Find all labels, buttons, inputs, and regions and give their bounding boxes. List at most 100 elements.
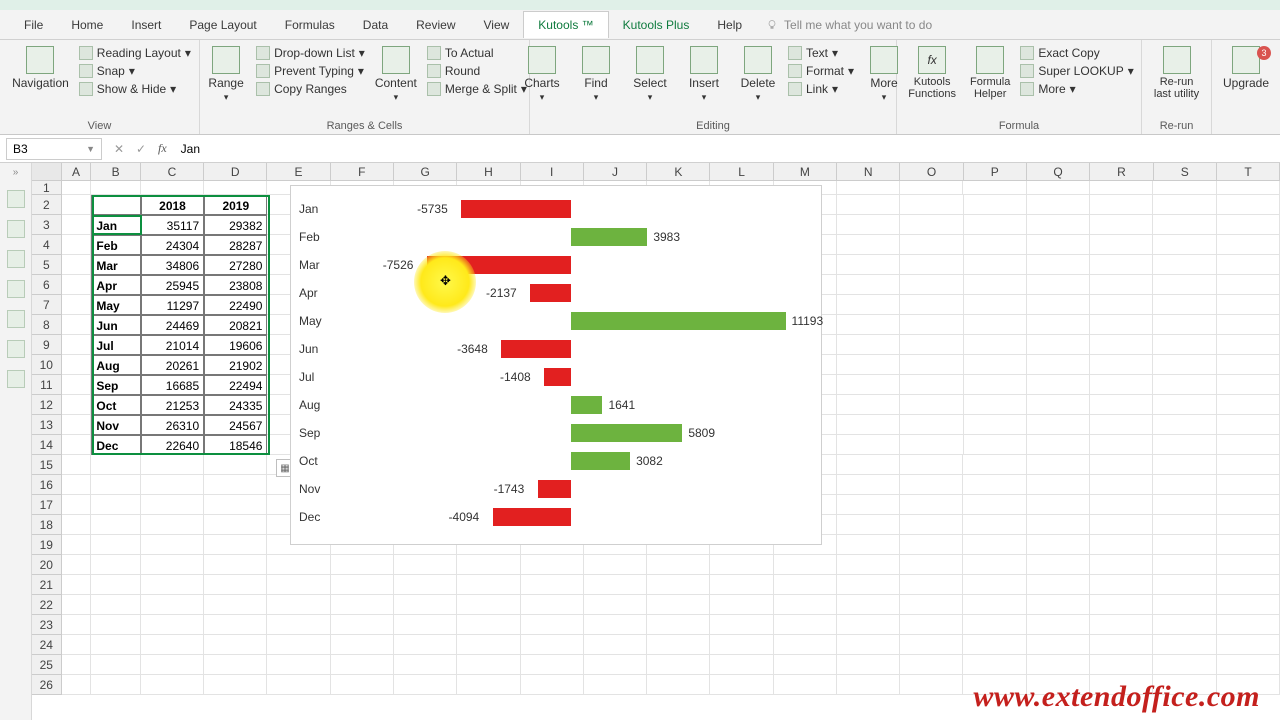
insert-button[interactable]: Insert▾ bbox=[680, 44, 728, 105]
cell[interactable] bbox=[394, 595, 457, 615]
snap-button[interactable]: Snap ▾ bbox=[79, 64, 135, 78]
cell[interactable]: 21902 bbox=[204, 355, 267, 375]
chart-bar[interactable] bbox=[571, 396, 602, 414]
content-button[interactable]: Content▾ bbox=[371, 44, 421, 105]
cell[interactable] bbox=[1090, 495, 1153, 515]
row-header[interactable]: 10 bbox=[32, 355, 62, 375]
cell[interactable] bbox=[1090, 635, 1153, 655]
column-header-J[interactable]: J bbox=[584, 163, 647, 180]
cell[interactable] bbox=[457, 555, 520, 575]
cell[interactable] bbox=[837, 195, 900, 215]
cell[interactable]: 26310 bbox=[141, 415, 204, 435]
cell[interactable] bbox=[62, 415, 92, 435]
cell[interactable]: 29382 bbox=[204, 215, 267, 235]
cell[interactable] bbox=[62, 235, 92, 255]
cell[interactable] bbox=[267, 615, 330, 635]
cell[interactable] bbox=[1027, 515, 1090, 535]
cell[interactable] bbox=[394, 575, 457, 595]
cell[interactable] bbox=[91, 555, 140, 575]
row-header[interactable]: 22 bbox=[32, 595, 62, 615]
cell[interactable] bbox=[62, 635, 92, 655]
enter-formula-button[interactable]: ✓ bbox=[130, 142, 152, 156]
cell[interactable] bbox=[1153, 615, 1216, 635]
cell[interactable] bbox=[1153, 395, 1216, 415]
side-tool-2[interactable] bbox=[7, 220, 25, 238]
cell[interactable] bbox=[62, 595, 92, 615]
cell[interactable] bbox=[1027, 255, 1090, 275]
dropdown-list-button[interactable]: Drop-down List ▾ bbox=[256, 46, 365, 60]
row-header[interactable]: 5 bbox=[32, 255, 62, 275]
cell[interactable] bbox=[1217, 535, 1280, 555]
cell[interactable] bbox=[837, 295, 900, 315]
cell[interactable] bbox=[1027, 335, 1090, 355]
cell[interactable] bbox=[964, 375, 1027, 395]
cell[interactable] bbox=[521, 615, 584, 635]
cell[interactable] bbox=[1153, 495, 1216, 515]
cell[interactable] bbox=[584, 615, 647, 635]
cell[interactable] bbox=[62, 655, 92, 675]
cell[interactable] bbox=[1217, 455, 1280, 475]
cell[interactable] bbox=[1027, 435, 1090, 455]
cell[interactable] bbox=[62, 495, 92, 515]
column-header-M[interactable]: M bbox=[774, 163, 837, 180]
cell[interactable] bbox=[647, 575, 710, 595]
side-tool-4[interactable] bbox=[7, 280, 25, 298]
tab-home[interactable]: Home bbox=[57, 12, 117, 38]
cell[interactable]: 35117 bbox=[141, 215, 204, 235]
text-button[interactable]: Text ▾ bbox=[788, 46, 838, 60]
cell[interactable] bbox=[964, 415, 1027, 435]
name-box[interactable]: B3 ▼ bbox=[6, 138, 102, 160]
cell[interactable] bbox=[394, 635, 457, 655]
cell[interactable] bbox=[1153, 635, 1216, 655]
cell[interactable] bbox=[1153, 295, 1216, 315]
tab-kutools[interactable]: Kutools ™ bbox=[523, 11, 608, 38]
cell[interactable] bbox=[837, 655, 900, 675]
cell[interactable] bbox=[91, 575, 140, 595]
cell[interactable] bbox=[267, 635, 330, 655]
cell[interactable]: Mar bbox=[91, 255, 140, 275]
cell[interactable] bbox=[1090, 295, 1153, 315]
cell[interactable] bbox=[62, 181, 92, 195]
cell[interactable]: 19606 bbox=[204, 335, 267, 355]
cell[interactable] bbox=[963, 595, 1026, 615]
cell[interactable]: 34806 bbox=[141, 255, 204, 275]
cell[interactable] bbox=[62, 295, 92, 315]
chart-bar[interactable] bbox=[493, 508, 571, 526]
row-header[interactable]: 3 bbox=[32, 215, 62, 235]
chart-bar[interactable] bbox=[544, 368, 571, 386]
cell[interactable] bbox=[141, 515, 204, 535]
cell[interactable]: 24567 bbox=[204, 415, 267, 435]
cell[interactable] bbox=[331, 635, 394, 655]
cell[interactable] bbox=[1217, 575, 1280, 595]
cell[interactable] bbox=[647, 615, 710, 635]
cell[interactable] bbox=[1153, 375, 1216, 395]
cell[interactable]: Jul bbox=[91, 335, 140, 355]
cell[interactable]: 20821 bbox=[204, 315, 267, 335]
delete-button[interactable]: Delete▾ bbox=[734, 44, 782, 105]
cell[interactable] bbox=[1090, 595, 1153, 615]
cell[interactable] bbox=[331, 655, 394, 675]
formula-helper-button[interactable]: Formula Helper bbox=[966, 44, 1014, 102]
cell[interactable] bbox=[837, 275, 900, 295]
cell[interactable] bbox=[963, 615, 1026, 635]
cell[interactable] bbox=[964, 235, 1027, 255]
cell[interactable] bbox=[584, 575, 647, 595]
cell[interactable] bbox=[710, 615, 773, 635]
cell[interactable] bbox=[521, 655, 584, 675]
cell[interactable] bbox=[141, 495, 204, 515]
cell[interactable] bbox=[1090, 555, 1153, 575]
select-all-corner[interactable] bbox=[32, 163, 62, 180]
charts-button[interactable]: Charts▾ bbox=[518, 44, 566, 105]
cell[interactable] bbox=[141, 655, 204, 675]
cell[interactable] bbox=[837, 515, 900, 535]
cell[interactable] bbox=[62, 215, 92, 235]
cell[interactable] bbox=[900, 435, 963, 455]
cell[interactable] bbox=[62, 515, 92, 535]
cell[interactable] bbox=[710, 555, 773, 575]
cell[interactable] bbox=[1217, 395, 1280, 415]
cell[interactable] bbox=[837, 475, 900, 495]
tell-me-search[interactable]: Tell me what you want to do bbox=[766, 18, 932, 32]
chart-bar[interactable] bbox=[571, 424, 682, 442]
cell[interactable] bbox=[204, 535, 267, 555]
cell[interactable] bbox=[1153, 595, 1216, 615]
